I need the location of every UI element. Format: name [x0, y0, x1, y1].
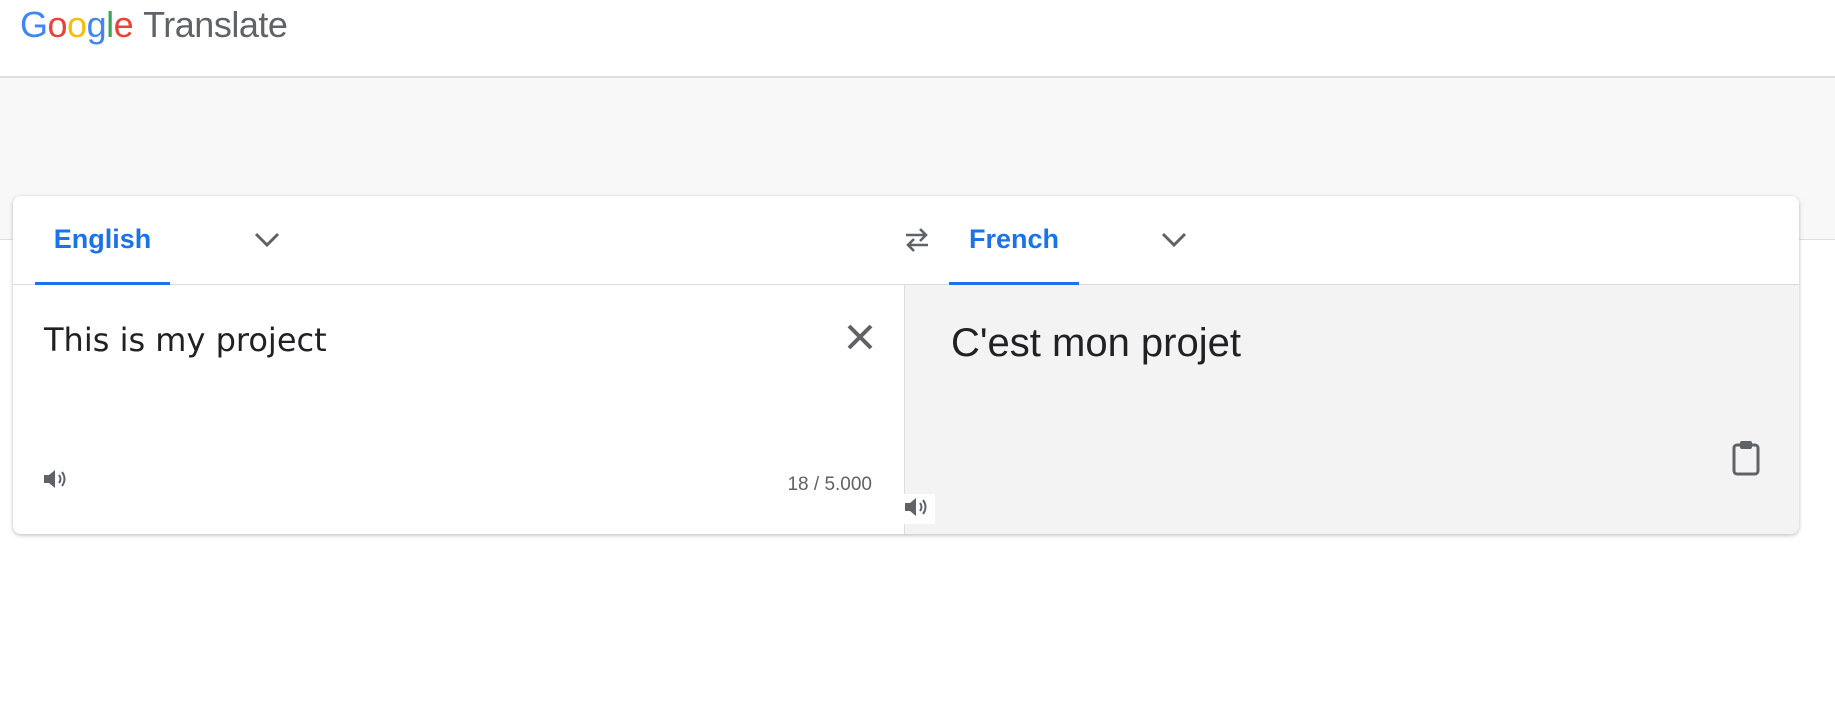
logo-letter-g: G — [20, 4, 48, 45]
source-language-label: English — [53, 223, 152, 254]
logo-letter-g2: g — [86, 4, 107, 45]
speaker-icon — [903, 496, 933, 523]
logo-letter-e: e — [113, 4, 134, 45]
close-icon — [846, 323, 874, 356]
speaker-icon — [42, 468, 72, 495]
logo-letter-o2: o — [67, 4, 87, 45]
language-bar: English French — [13, 196, 1799, 285]
character-count: 18 / 5.000 — [787, 474, 872, 495]
swap-icon — [903, 227, 931, 258]
translated-text: C'est mon projet — [951, 321, 1241, 365]
clipboard-icon — [1731, 440, 1761, 481]
target-pane: C'est mon projet — [901, 285, 1799, 534]
chevron-down-icon — [1161, 232, 1187, 253]
target-language-dropdown[interactable] — [1152, 220, 1196, 264]
translation-card: English French This is my project 18 / 5… — [13, 196, 1799, 534]
listen-translation-button[interactable] — [901, 494, 935, 524]
logo-letter-l: l — [106, 4, 114, 45]
product-name: Translate — [143, 4, 288, 45]
top-bar: G o o g l e Translate — [0, 0, 1835, 78]
tab-target-language[interactable]: French — [949, 196, 1079, 285]
listen-source-button[interactable] — [40, 466, 74, 496]
swap-languages-button[interactable] — [891, 216, 943, 268]
clear-source-button[interactable] — [836, 315, 884, 363]
copy-translation-button[interactable] — [1724, 438, 1768, 482]
source-language-dropdown[interactable] — [245, 220, 289, 264]
tab-source-language[interactable]: English — [35, 196, 170, 285]
translate-page: G o o g l e Translate English French Thi… — [0, 0, 1835, 720]
logo-letter-o1: o — [47, 4, 68, 45]
source-pane: This is my project 18 / 5.000 — [13, 285, 905, 534]
google-translate-logo[interactable]: G o o g l e Translate — [20, 4, 288, 52]
target-language-label: French — [968, 223, 1060, 254]
source-text-input[interactable]: This is my project — [44, 321, 824, 359]
chevron-down-icon — [254, 232, 280, 253]
